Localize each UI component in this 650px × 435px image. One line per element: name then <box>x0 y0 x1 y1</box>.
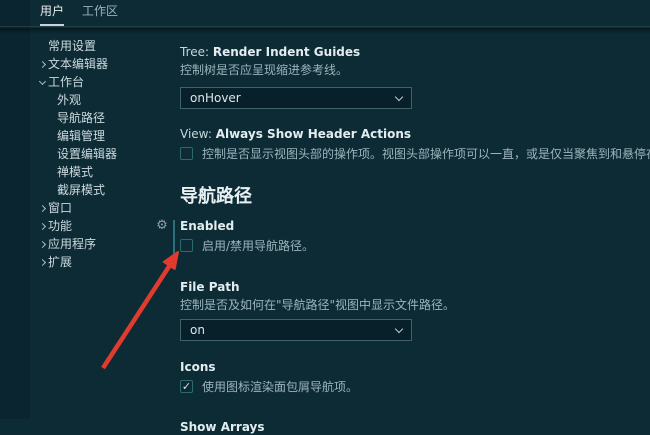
sidebar-item-editor-management[interactable]: 编辑管理 <box>0 127 174 145</box>
chevron-right-icon <box>38 60 45 67</box>
setting-name: Enabled <box>180 219 234 233</box>
modified-indicator <box>173 220 175 254</box>
chevron-right-icon <box>38 204 45 211</box>
always-show-header-actions-checkbox[interactable] <box>180 147 193 160</box>
chevron-down-icon <box>395 92 403 100</box>
setting-description: 控制是否及如何在"导航路径"视图中显示文件路径。 <box>180 298 638 313</box>
chevron-right-icon <box>38 258 45 265</box>
setting-name: File Path <box>180 280 240 294</box>
checkbox-row: 启用/禁用导航路径。 <box>180 237 638 254</box>
sidebar-item-label: 功能 <box>48 217 72 235</box>
sidebar-item-label: 文本编辑器 <box>48 55 108 73</box>
setting-icons: Icons ✓ 使用图标渲染面包屑导航项。 <box>180 360 638 395</box>
setting-tree-render-indent-guides: Tree: Render Indent Guides 控制树是否应呈现缩进参考线… <box>180 45 638 109</box>
setting-name: Show Arrays <box>180 420 265 434</box>
check-icon: ✓ <box>182 381 191 392</box>
sidebar-item-label: 编辑管理 <box>57 127 105 145</box>
sidebar-item-label: 工作台 <box>48 73 84 91</box>
sidebar-item-label: 禅模式 <box>57 163 93 181</box>
sidebar-item-settings-editor[interactable]: 设置编辑器 <box>0 145 174 163</box>
setting-description: 控制树是否应呈现缩进参考线。 <box>180 63 638 78</box>
sidebar-item-label: 导航路径 <box>57 109 105 127</box>
setting-title: File Path <box>180 280 638 295</box>
setting-name: Icons <box>180 360 216 374</box>
sidebar-item-zen-mode[interactable]: 禅模式 <box>0 163 174 181</box>
setting-category-prefix: Tree: <box>180 45 213 59</box>
setting-title: View: Always Show Header Actions <box>180 127 638 142</box>
section-title-breadcrumbs: 导航路径 <box>180 185 638 209</box>
setting-name: Render Indent Guides <box>213 45 360 59</box>
setting-title: Icons <box>180 360 638 375</box>
setting-title: Show Arrays <box>180 420 638 435</box>
settings-scope-tabbar: 用户 工作区 <box>0 0 650 27</box>
checkbox-row: ✓ 使用图标渲染面包屑导航项。 <box>180 378 638 395</box>
setting-title: Enabled <box>180 219 638 234</box>
setting-title: Tree: Render Indent Guides <box>180 45 638 60</box>
tab-workspace[interactable]: 工作区 <box>82 2 118 26</box>
select-value: on <box>190 323 396 337</box>
sidebar-item-appearance[interactable]: 外观 <box>0 91 174 109</box>
tab-user[interactable]: 用户 <box>40 2 64 26</box>
checkbox-label: 使用图标渲染面包屑导航项。 <box>202 378 358 395</box>
chevron-right-icon <box>38 240 45 247</box>
settings-list: Tree: Render Indent Guides 控制树是否应呈现缩进参考线… <box>180 45 638 435</box>
breadcrumbs-enabled-checkbox[interactable] <box>180 239 193 252</box>
sidebar-item-label: 应用程序 <box>48 235 96 253</box>
sidebar-item-screencast-mode[interactable]: 截屏模式 <box>0 181 174 199</box>
checkbox-label: 启用/禁用导航路径。 <box>202 237 314 254</box>
select-value: onHover <box>190 91 396 105</box>
sidebar-item-application[interactable]: 应用程序 <box>0 235 174 253</box>
sidebar-item-label: 截屏模式 <box>57 181 105 199</box>
sidebar-item-label: 外观 <box>57 91 81 109</box>
sidebar-item-window[interactable]: 窗口 <box>0 199 174 217</box>
sidebar-item-label: 设置编辑器 <box>57 145 117 163</box>
settings-editor: 用户 工作区 常用设置 文本编辑器 工作台 外观 导航路径 编辑管理 设置编辑器 <box>0 0 650 419</box>
setting-file-path: File Path 控制是否及如何在"导航路径"视图中显示文件路径。 on <box>180 280 638 341</box>
sidebar-item-label: 窗口 <box>48 199 72 217</box>
chevron-down-icon <box>395 324 403 332</box>
sidebar-item-features[interactable]: 功能 <box>0 217 174 235</box>
setting-view-always-show-header-actions: View: Always Show Header Actions 控制是否显示视… <box>180 127 638 162</box>
sidebar-item-breadcrumbs[interactable]: 导航路径 <box>0 109 174 127</box>
sidebar-item-label: 扩展 <box>48 253 72 271</box>
file-path-select[interactable]: on <box>180 319 412 341</box>
checkbox-row: 控制是否显示视图头部的操作项。视图头部操作项可以一直，或是仅当聚焦到和悬停在视图… <box>180 145 638 162</box>
setting-name: Always Show Header Actions <box>216 127 411 141</box>
setting-category-prefix: View: <box>180 127 216 141</box>
header-shadow <box>0 28 650 34</box>
chevron-right-icon <box>38 222 45 229</box>
render-indent-guides-select[interactable]: onHover <box>180 87 412 109</box>
sidebar-item-label: 常用设置 <box>48 37 96 55</box>
icons-checkbox[interactable]: ✓ <box>180 380 193 393</box>
setting-show-arrays: Show Arrays <box>180 420 638 435</box>
checkbox-label: 控制是否显示视图头部的操作项。视图头部操作项可以一直，或是仅当聚焦到和悬停在视图… <box>202 145 650 162</box>
sidebar-item-extensions[interactable]: 扩展 <box>0 253 174 271</box>
sidebar-item-common-settings[interactable]: 常用设置 <box>0 37 174 55</box>
sidebar-item-text-editor[interactable]: 文本编辑器 <box>0 55 174 73</box>
settings-toc: 常用设置 文本编辑器 工作台 外观 导航路径 编辑管理 设置编辑器 禅模式 截屏… <box>0 37 174 271</box>
setting-breadcrumbs-enabled: ⚙ Enabled 启用/禁用导航路径。 <box>180 219 638 254</box>
gear-icon[interactable]: ⚙ <box>155 219 169 233</box>
sidebar-item-workbench[interactable]: 工作台 <box>0 73 174 91</box>
chevron-down-icon <box>38 77 45 84</box>
